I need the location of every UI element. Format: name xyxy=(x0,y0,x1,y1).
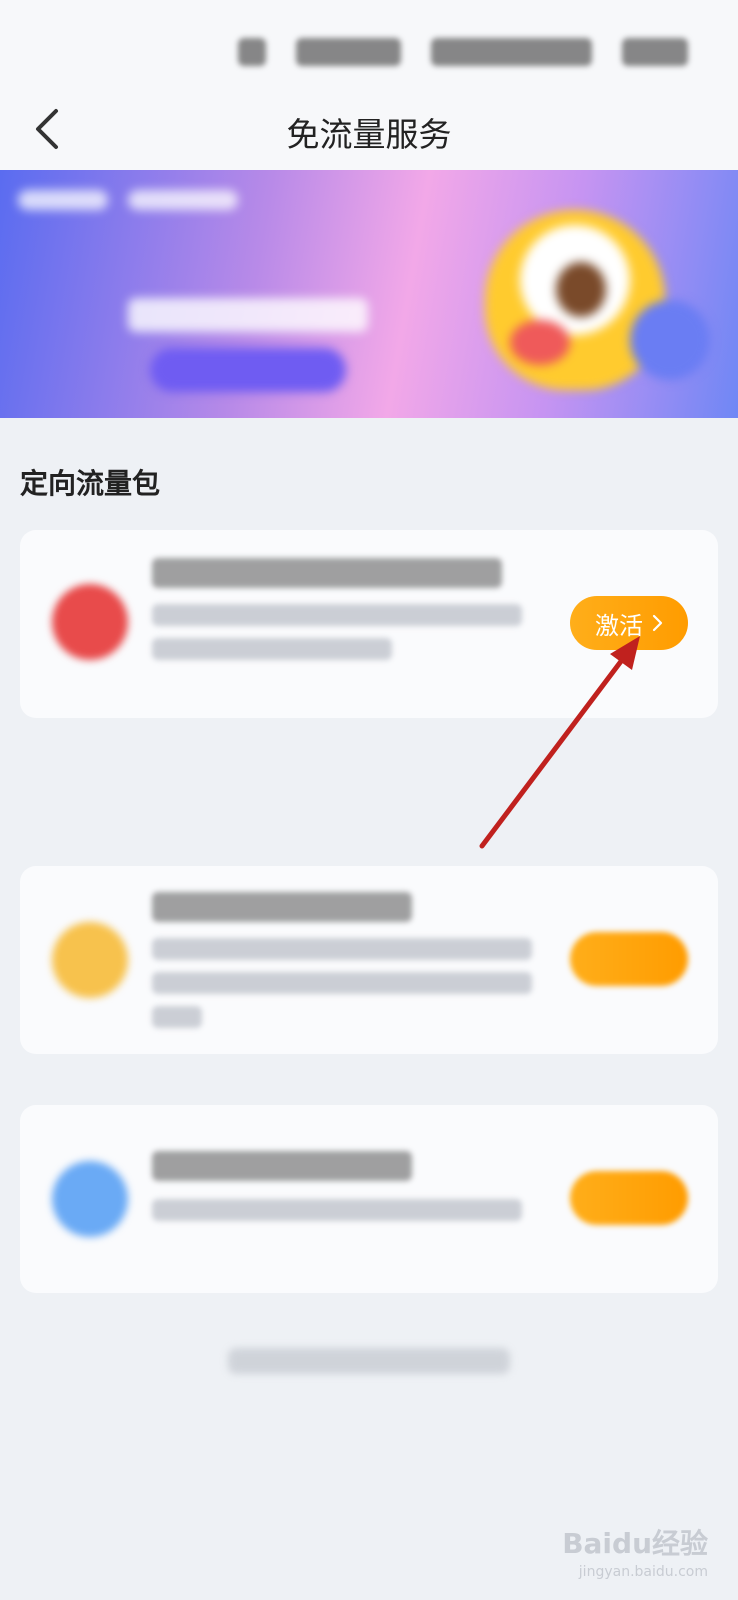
package-card-unicom[interactable]: 激活 xyxy=(20,530,718,718)
card-desc-line xyxy=(152,1199,522,1221)
banner-headline xyxy=(50,242,66,296)
card-title xyxy=(152,892,412,922)
watermark-logo: Baidu经验 jingyan.baidu.com xyxy=(562,1527,708,1580)
promo-banner[interactable] xyxy=(0,170,738,418)
package-card-tencent[interactable] xyxy=(20,866,718,1054)
activate-button[interactable]: 激活 xyxy=(570,596,688,650)
banner-subline xyxy=(128,298,368,332)
chevron-right-icon xyxy=(652,614,663,632)
unicom-logo-icon xyxy=(52,584,128,660)
card-desc-line xyxy=(152,604,522,626)
status-bar xyxy=(238,32,688,72)
page-title: 免流量服务 xyxy=(286,115,452,154)
activate-button[interactable] xyxy=(570,932,688,986)
card-desc-line xyxy=(152,638,392,660)
card-title xyxy=(152,1151,412,1181)
top-bar: 免流量服务 xyxy=(0,0,738,170)
banner-logos xyxy=(18,190,238,210)
section-title-directed-package: 定向流量包 xyxy=(20,467,161,500)
card-desc-line xyxy=(152,1006,202,1028)
footer-note xyxy=(228,1348,510,1374)
banner-cta-button[interactable] xyxy=(150,348,346,392)
card-desc-line xyxy=(152,972,532,994)
section-title-free-card xyxy=(20,797,110,827)
alibaba-card-icon xyxy=(52,1161,128,1237)
package-card-alibaba[interactable] xyxy=(20,1105,718,1293)
card-desc-line xyxy=(152,938,532,960)
activate-label: 激活 xyxy=(595,611,643,640)
card-title xyxy=(152,558,502,588)
activate-button[interactable] xyxy=(570,1171,688,1225)
tencent-card-icon xyxy=(52,922,128,998)
